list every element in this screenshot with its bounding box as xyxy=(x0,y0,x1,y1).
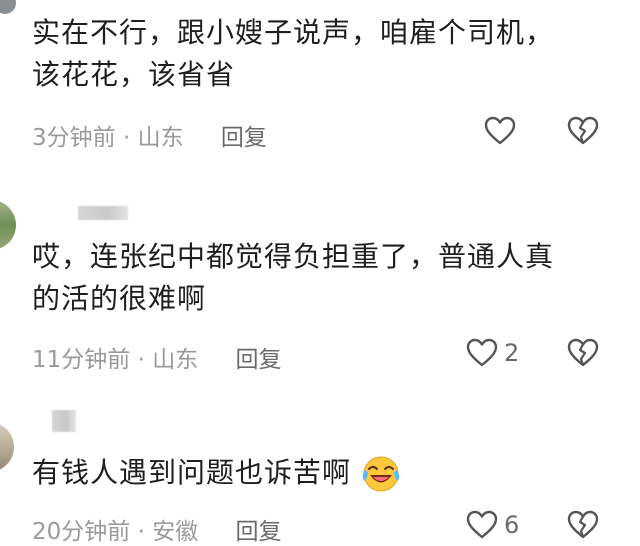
meta-separator: · xyxy=(137,519,145,545)
comment-location: 山东 xyxy=(137,125,184,151)
comment-text-line: 的活的很难啊 xyxy=(32,282,207,315)
comment-time: 3分钟前 xyxy=(32,125,116,151)
comment-meta: 20分钟前 · 安徽 回复 xyxy=(32,512,282,546)
meta-separator: · xyxy=(137,347,145,373)
comment-location: 山东 xyxy=(152,347,199,373)
heart-outline-icon xyxy=(466,510,498,539)
avatar[interactable] xyxy=(0,0,16,14)
meta-separator: · xyxy=(122,125,131,151)
broken-heart-icon xyxy=(567,116,599,145)
reply-button[interactable]: 回复 xyxy=(236,347,282,373)
comment-text-line: 哎，连张纪中都觉得负担重了，普通人真 xyxy=(32,240,555,273)
comment-meta: 3分钟前 · 山东 回复 xyxy=(32,118,267,152)
like-button[interactable]: 6 xyxy=(466,510,519,540)
dislike-button[interactable] xyxy=(567,338,599,372)
dislike-button[interactable] xyxy=(567,116,599,150)
laughing-crying-emoji-icon xyxy=(362,456,400,492)
heart-outline-icon xyxy=(466,338,498,367)
reply-button[interactable]: 回复 xyxy=(221,125,267,151)
comment-time: 20分钟前 xyxy=(32,519,131,545)
comment-text-line: 该花花，该省省 xyxy=(32,58,236,91)
comment-text: 实在不行，跟小嫂子说声，咱雇个司机， 该花花，该省省 xyxy=(32,12,632,96)
comment-text-content: 有钱人遇到问题也诉苦啊 xyxy=(32,456,352,489)
comment-text: 哎，连张纪中都觉得负担重了，普通人真 的活的很难啊 xyxy=(32,236,632,320)
avatar[interactable] xyxy=(0,422,14,472)
comment-meta: 11分钟前 · 山东 回复 xyxy=(32,340,282,374)
username-blurred[interactable] xyxy=(78,206,128,220)
avatar[interactable] xyxy=(0,200,16,250)
comment-text: 有钱人遇到问题也诉苦啊 xyxy=(32,452,632,494)
like-button[interactable]: 2 xyxy=(466,338,519,368)
like-count: 6 xyxy=(504,511,520,539)
dislike-button[interactable] xyxy=(567,510,599,544)
reply-button[interactable]: 回复 xyxy=(236,519,282,545)
like-button[interactable] xyxy=(484,116,522,146)
heart-outline-icon xyxy=(484,116,516,145)
comment-text-line: 实在不行，跟小嫂子说声，咱雇个司机， xyxy=(32,16,555,49)
comment-time: 11分钟前 xyxy=(32,347,131,373)
broken-heart-icon xyxy=(567,338,599,367)
broken-heart-icon xyxy=(567,510,599,539)
comment-location: 安徽 xyxy=(152,519,199,545)
like-count: 2 xyxy=(504,339,520,367)
username-blurred[interactable] xyxy=(52,410,76,432)
comment-text-line: 有钱人遇到问题也诉苦啊 xyxy=(32,452,632,494)
